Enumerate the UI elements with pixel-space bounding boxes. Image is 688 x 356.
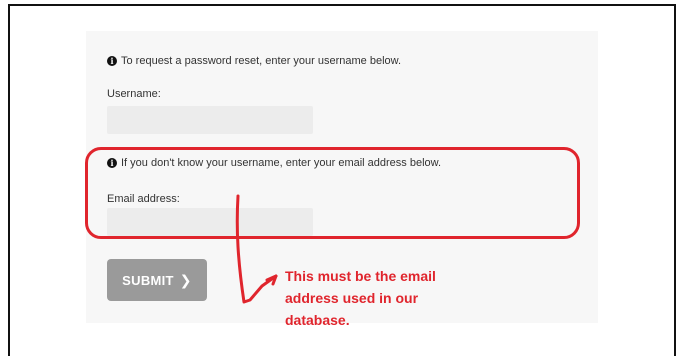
annotation-line-2: address used in our (285, 290, 419, 306)
annotation-line-1: This must be the email (285, 268, 436, 284)
annotation-note: This must be the email address used in o… (285, 265, 436, 331)
annotation-line-3: database. (285, 312, 350, 328)
